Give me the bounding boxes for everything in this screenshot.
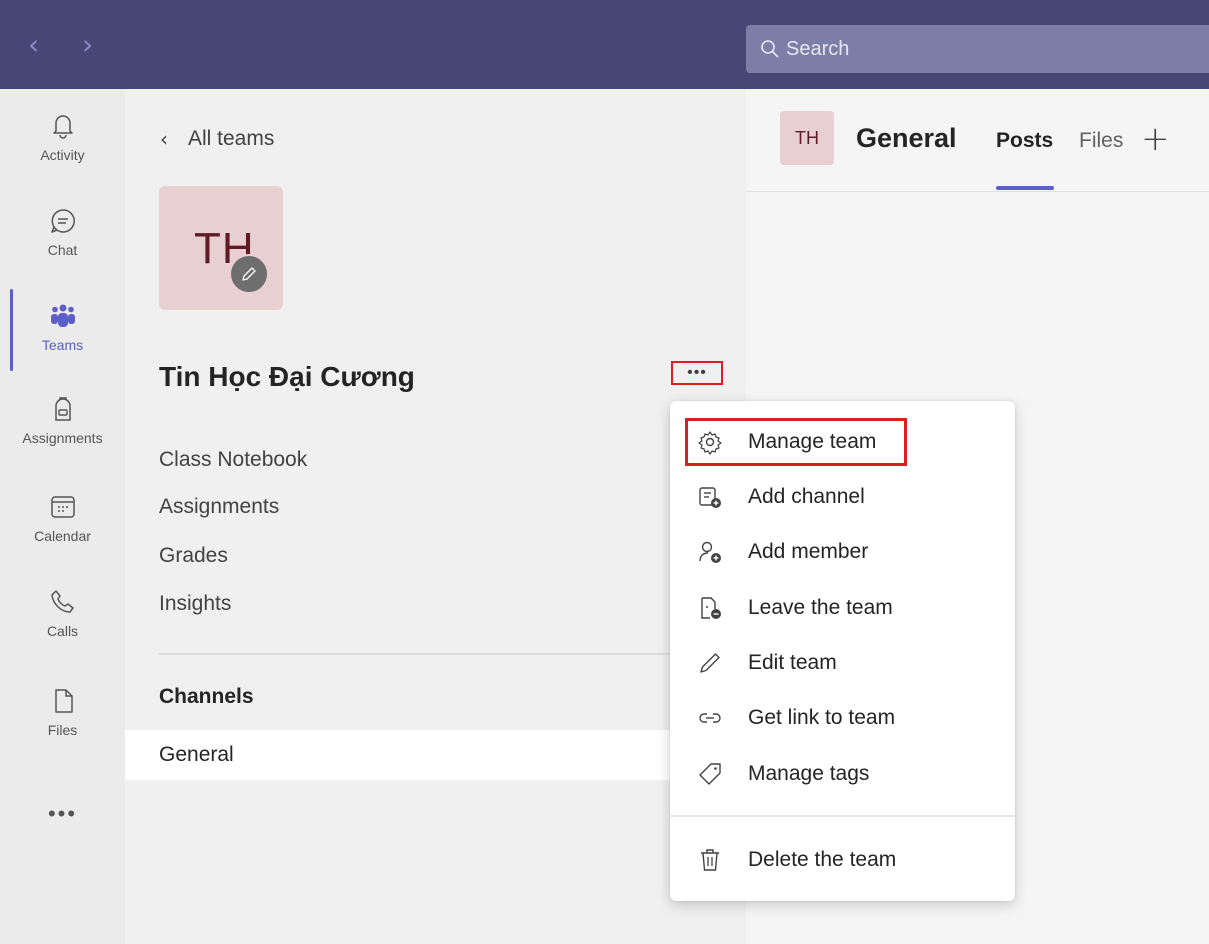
team-name: Tin Học Đại Cương (159, 361, 415, 392)
menu-item-delete-team[interactable]: Delete the team (670, 833, 1015, 887)
channel-item-general[interactable]: General (125, 730, 746, 780)
title-bar: ‹ › Search (0, 0, 1209, 89)
team-more-options-button[interactable]: ••• (671, 361, 723, 385)
search-placeholder: Search (786, 37, 850, 60)
channel-label: General (159, 743, 234, 766)
add-member-icon (699, 541, 721, 563)
app-rail: Activity Chat Teams Assignments Calendar… (0, 89, 125, 944)
chevron-left-icon: ‹ (160, 127, 168, 151)
edit-avatar-button[interactable] (229, 254, 269, 294)
bell-icon (52, 115, 73, 139)
teams-icon (50, 304, 75, 327)
rail-label: Assignments (22, 430, 103, 446)
trash-icon (701, 849, 719, 871)
rail-label: Chat (47, 242, 78, 258)
menu-item-label: Add channel (748, 485, 865, 508)
menu-item-add-channel[interactable]: Add channel (670, 470, 1015, 524)
active-tab-indicator (996, 186, 1054, 190)
tab-files[interactable]: Files (1079, 129, 1123, 153)
channel-title: General (856, 123, 957, 153)
calendar-icon (50, 496, 75, 518)
team-avatar: TH (159, 186, 283, 310)
add-channel-icon (699, 487, 721, 508)
menu-item-get-link[interactable]: Get link to team (670, 691, 1015, 745)
menu-divider (670, 815, 1015, 817)
team-tab-class-notebook[interactable]: Class Notebook (159, 448, 307, 472)
menu-item-label: Leave the team (748, 596, 893, 619)
rail-label: Files (47, 722, 78, 738)
rail-item-calendar[interactable]: Calendar (0, 492, 125, 584)
menu-item-label: Add member (748, 540, 869, 563)
menu-item-edit-team[interactable]: Edit team (670, 636, 1015, 690)
link-icon (699, 713, 721, 723)
rail-item-chat[interactable]: Chat (0, 206, 125, 298)
search-input[interactable]: Search (746, 25, 1209, 73)
team-tab-insights[interactable]: Insights (159, 592, 231, 616)
back-arrow-icon[interactable]: ‹ (28, 30, 48, 60)
pencil-icon (700, 653, 720, 673)
menu-item-manage-tags[interactable]: Manage tags (670, 747, 1015, 801)
rail-item-assignments[interactable]: Assignments (0, 394, 125, 486)
highlight-box (685, 418, 907, 466)
file-icon (54, 689, 73, 713)
rail-item-calls[interactable]: Calls (0, 587, 125, 679)
menu-item-label: Delete the team (748, 848, 897, 871)
tab-posts[interactable]: Posts (996, 129, 1053, 153)
menu-item-label: Edit team (748, 651, 837, 674)
channel-avatar: TH (780, 111, 834, 165)
phone-icon (50, 590, 74, 613)
leave-team-icon (701, 597, 721, 619)
add-tab-button[interactable]: + (1141, 119, 1170, 159)
forward-arrow-icon[interactable]: › (82, 30, 102, 60)
divider (159, 653, 746, 655)
backpack-icon (54, 397, 71, 421)
channels-heading: Channels (159, 685, 254, 708)
tag-icon (699, 763, 721, 785)
menu-item-leave-team[interactable]: Leave the team (670, 581, 1015, 635)
rail-item-activity[interactable]: Activity (0, 111, 125, 203)
menu-item-label: Get link to team (748, 706, 896, 729)
channel-header: TH General Posts Files + (746, 89, 1209, 192)
rail-item-teams[interactable]: Teams (0, 301, 125, 393)
all-teams-label: All teams (188, 127, 275, 150)
rail-label: Activity (40, 147, 85, 163)
rail-item-files[interactable]: Files (0, 686, 125, 778)
pencil-icon (242, 267, 256, 281)
more-apps-button[interactable]: ••• (0, 801, 125, 827)
team-tab-grades[interactable]: Grades (159, 544, 228, 568)
chat-icon (50, 209, 75, 233)
rail-label: Calls (46, 623, 79, 639)
team-options-menu: Manage team Add channel Add member Leave… (670, 401, 1015, 901)
team-panel: ‹ All teams TH Tin Học Đại Cương ••• Cla… (125, 89, 746, 944)
search-icon (761, 40, 779, 58)
menu-item-label: Manage tags (748, 762, 870, 785)
all-teams-link[interactable]: ‹ All teams (160, 127, 274, 151)
rail-label: Calendar (34, 528, 91, 544)
team-tab-assignments[interactable]: Assignments (159, 495, 279, 519)
rail-label: Teams (41, 337, 84, 353)
menu-item-add-member[interactable]: Add member (670, 525, 1015, 579)
